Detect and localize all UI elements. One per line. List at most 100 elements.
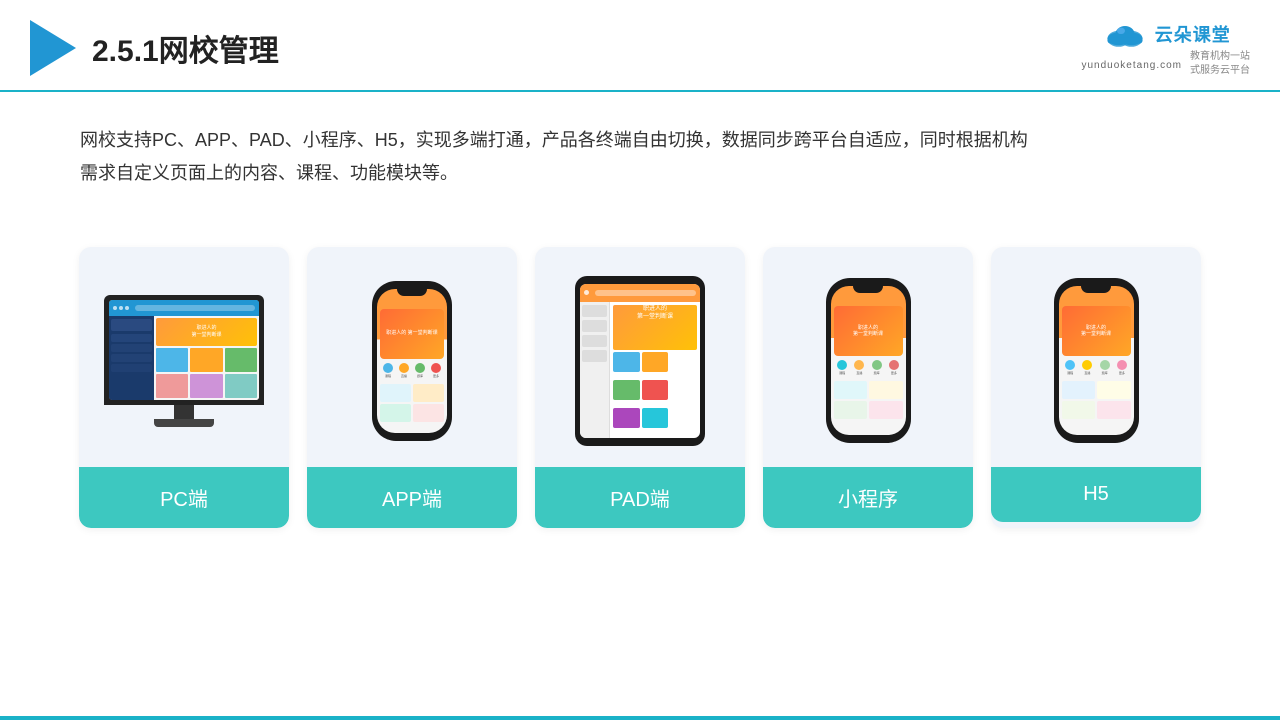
screen-dot-3 (125, 306, 129, 310)
tablet-mockup: 职进人的第一堂判断课 (575, 276, 705, 446)
page-title: 2.5.1网校管理 (92, 26, 279, 70)
screen-card-6 (225, 374, 257, 398)
phone-banner: 职进人的 第一堂判断课 (380, 309, 444, 359)
card-app: 职进人的 第一堂判断课 课程 直播 (307, 247, 517, 528)
card-miniapp: 职进人的第一堂判断课 课程 直播 (763, 247, 973, 528)
phone-miniapp-icon-4: 更多 (889, 360, 899, 375)
phone-card-3 (380, 404, 411, 422)
screen-body: 职进人的第一堂判断课 (109, 316, 259, 400)
phone-miniapp-card-4 (869, 401, 903, 419)
phone-icon-circle-3 (415, 363, 425, 373)
card-pad: 职进人的第一堂判断课 (535, 247, 745, 528)
phone-h5-notch (1081, 286, 1111, 293)
phone-miniapp-icon-2: 直播 (854, 360, 864, 375)
description-text: 网校支持PC、APP、PAD、小程序、H5，实现多端打通，产品各终端自由切换，数… (0, 92, 1280, 207)
tablet-body: 职进人的第一堂判断课 (580, 302, 700, 438)
phone-card-1 (380, 384, 411, 402)
tablet-dot-1 (584, 290, 589, 295)
phone-miniapp-circle-2 (854, 360, 864, 370)
monitor-neck (174, 405, 194, 419)
phone-h5-circle-3 (1100, 360, 1110, 370)
phone-miniapp-circle-1 (837, 360, 847, 370)
screen-card-5 (190, 374, 222, 398)
card-h5: 职进人的第一堂判断课 课程 直播 (991, 247, 1201, 528)
tablet-sidebar (580, 302, 610, 438)
phone-icon-circle-2 (399, 363, 409, 373)
phone-icon-label-4: 更多 (433, 374, 439, 378)
pc-monitor-mockup: 职进人的第一堂判断课 (104, 295, 264, 427)
phone-miniapp-label-2: 直播 (856, 371, 862, 375)
card-h5-label: H5 (991, 467, 1201, 522)
phone-miniapp-label-3: 题库 (874, 371, 880, 375)
phone-icon-2: 直播 (399, 363, 409, 378)
screen-content-row-2 (156, 374, 257, 398)
phone-icon-1: 课程 (383, 363, 393, 378)
phone-miniapp-label-1: 课程 (839, 371, 845, 375)
phone-icon-label-1: 课程 (385, 374, 391, 378)
phone-miniapp-cards (831, 379, 906, 421)
screen-banner: 职进人的第一堂判断课 (156, 318, 257, 346)
bottom-border-line (0, 716, 1280, 720)
monitor-base (154, 419, 214, 427)
phone-screen-content: 职进人的 第一堂判断课 课程 直播 (377, 289, 447, 433)
tablet-sidebar-item-1 (582, 305, 607, 317)
logo-text-english: yunduoketang.com (1081, 60, 1182, 71)
phone-miniapp-icon-3: 题库 (872, 360, 882, 375)
tablet-grid-item-5 (613, 408, 640, 428)
description-paragraph: 网校支持PC、APP、PAD、小程序、H5，实现多端打通，产品各终端自由切换，数… (80, 124, 1200, 191)
screen-dot-2 (119, 306, 123, 310)
tablet-screen: 职进人的第一堂判断课 (580, 284, 700, 438)
logo-text-chinese: 云朵课堂 (1155, 21, 1231, 47)
phone-icon-label-3: 题库 (417, 374, 423, 378)
card-pad-label: PAD端 (535, 467, 745, 528)
phone-miniapp-circle-4 (889, 360, 899, 370)
phone-miniapp-mockup: 职进人的第一堂判断课 课程 直播 (826, 278, 911, 443)
tablet-sidebar-item-4 (582, 350, 607, 362)
card-pc: 职进人的第一堂判断课 (79, 247, 289, 528)
phone-h5-content: 职进人的第一堂判断课 课程 直播 (1059, 286, 1134, 435)
phone-icon-4: 更多 (431, 363, 441, 378)
phone-h5-label-1: 课程 (1067, 371, 1073, 375)
phone-miniapp-card-2 (869, 381, 903, 399)
screen-card-4 (156, 374, 188, 398)
phone-icons-row: 课程 直播 题库 更多 (377, 359, 447, 382)
phone-banner-text: 职进人的 第一堂判断课 (386, 330, 437, 337)
phone-notch (397, 289, 427, 296)
screen-sidebar (109, 316, 154, 400)
monitor-screen: 职进人的第一堂判断课 (109, 300, 259, 400)
phone-h5-mockup: 职进人的第一堂判断课 课程 直播 (1054, 278, 1139, 443)
screen-header-bar (109, 300, 259, 316)
screen-main: 职进人的第一堂判断课 (154, 316, 259, 400)
tablet-grid-item-6 (642, 408, 669, 428)
phone-h5-card-1 (1062, 381, 1096, 399)
phone-h5-label-3: 题库 (1102, 371, 1108, 375)
phone-miniapp-card-3 (834, 401, 868, 419)
tablet-main: 职进人的第一堂判断课 (610, 302, 700, 438)
phone-miniapp-icons: 课程 直播 题库 更多 (831, 356, 906, 379)
phone-h5-icons: 课程 直播 题库 更多 (1059, 356, 1134, 379)
card-app-image: 职进人的 第一堂判断课 课程 直播 (307, 247, 517, 467)
phone-icon-3: 题库 (415, 363, 425, 378)
phone-h5-banner-text: 职进人的第一堂判断课 (1081, 325, 1111, 338)
cards-container: 职进人的第一堂判断课 (0, 217, 1280, 528)
phone-card-2 (413, 384, 444, 402)
tablet-sidebar-item-3 (582, 335, 607, 347)
phone-miniapp-circle-3 (872, 360, 882, 370)
phone-h5-screen: 职进人的第一堂判断课 课程 直播 (1059, 286, 1134, 435)
phone-icon-circle-4 (431, 363, 441, 373)
cloud-logo-container: 云朵课堂 (1101, 18, 1231, 50)
phone-cards (377, 382, 447, 424)
screen-dot-1 (113, 306, 117, 310)
phone-h5-card-2 (1097, 381, 1131, 399)
phone-miniapp-screen: 职进人的第一堂判断课 课程 直播 (831, 286, 906, 435)
phone-app-mockup: 职进人的 第一堂判断课 课程 直播 (372, 281, 452, 441)
phone-miniapp-label-4: 更多 (891, 371, 897, 375)
brand-logo: 云朵课堂 yunduoketang.com 教育机构一站 式服务云平台 (1081, 18, 1250, 78)
phone-miniapp-icon-1: 课程 (837, 360, 847, 375)
phone-h5-circle-2 (1082, 360, 1092, 370)
cloud-icon (1101, 18, 1149, 50)
card-pc-label: PC端 (79, 467, 289, 528)
play-triangle-icon (30, 20, 76, 76)
phone-miniapp-notch (853, 286, 883, 293)
card-miniapp-image: 职进人的第一堂判断课 课程 直播 (763, 247, 973, 467)
